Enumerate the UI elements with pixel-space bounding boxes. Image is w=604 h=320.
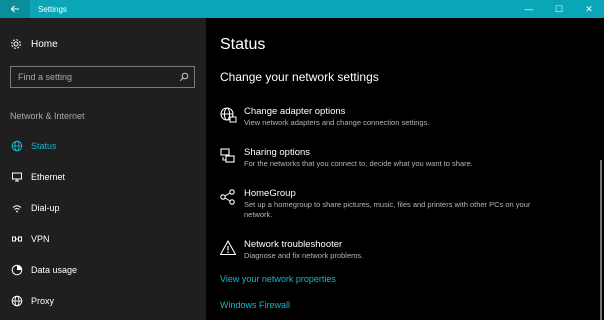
option-title: Change adapter options (244, 106, 346, 117)
gauge-icon (10, 263, 24, 277)
sidebar-item-status[interactable]: Status (0, 130, 206, 161)
search-icon[interactable] (174, 72, 194, 82)
sidebar-item-label: Dial-up (31, 202, 60, 213)
sidebar-item-dial-up[interactable]: Dial-up (0, 192, 206, 223)
option-description: Set up a homegroup to share pictures, mu… (244, 200, 531, 219)
sidebar: Home Network & Internet Status Ethernet … (0, 18, 206, 320)
sidebar-item-label: VPN (31, 233, 50, 244)
warning-icon (218, 239, 238, 259)
sidebar-item-vpn[interactable]: VPN (0, 223, 206, 254)
adapter-globe-icon (218, 106, 238, 126)
sharing-options[interactable]: Sharing options For the networks that yo… (218, 147, 534, 169)
sidebar-item-data-usage[interactable]: Data usage (0, 254, 206, 285)
title-bar: Settings — ☐ ✕ (0, 0, 604, 18)
network-troubleshooter[interactable]: Network troubleshooter Diagnose and fix … (218, 239, 534, 261)
section-heading: Change your network settings (220, 70, 379, 84)
globe-icon (10, 139, 24, 153)
gear-icon (11, 39, 21, 49)
globe-icon (10, 294, 24, 308)
sidebar-nav: Status Ethernet Dial-up VPN Data usage P… (0, 130, 206, 316)
change-adapter-options[interactable]: Change adapter options View network adap… (218, 106, 534, 128)
home-nav-item[interactable]: Home (10, 38, 58, 50)
windows-firewall-link[interactable]: Windows Firewall (220, 300, 290, 310)
vpn-icon (10, 232, 24, 246)
home-label: Home (31, 38, 58, 50)
page-title: Status (220, 36, 266, 53)
section-label: Network & Internet (10, 111, 85, 121)
sidebar-item-label: Data usage (31, 264, 78, 275)
phone-icon (10, 201, 24, 215)
monitor-icon (10, 170, 24, 184)
homegroup-option[interactable]: HomeGroup Set up a homegroup to share pi… (218, 188, 534, 220)
maximize-button[interactable]: ☐ (544, 0, 574, 18)
main-content: Status Change your network settings Chan… (206, 18, 604, 320)
back-button[interactable] (0, 0, 30, 18)
sidebar-item-ethernet[interactable]: Ethernet (0, 161, 206, 192)
sidebar-item-proxy[interactable]: Proxy (0, 285, 206, 316)
arrow-left-icon (10, 5, 19, 13)
close-button[interactable]: ✕ (574, 0, 604, 18)
option-title: Network troubleshooter (244, 239, 343, 250)
option-description: View network adapters and change connect… (244, 118, 430, 127)
sidebar-item-label: Status (31, 140, 57, 151)
option-title: HomeGroup (244, 188, 296, 199)
search-box[interactable] (10, 66, 195, 88)
view-network-properties-link[interactable]: View your network properties (220, 274, 336, 284)
option-title: Sharing options (244, 147, 311, 158)
search-input[interactable] (11, 72, 174, 82)
window-title: Settings (38, 4, 67, 14)
minimize-button[interactable]: — (514, 0, 544, 18)
scrollbar[interactable] (600, 160, 602, 320)
sharing-icon (218, 147, 238, 167)
option-description: For the networks that you connect to, de… (244, 159, 473, 168)
option-description: Diagnose and fix network problems. (244, 251, 364, 260)
sidebar-item-label: Proxy (31, 295, 55, 306)
homegroup-icon (218, 188, 238, 208)
sidebar-item-label: Ethernet (31, 171, 66, 182)
